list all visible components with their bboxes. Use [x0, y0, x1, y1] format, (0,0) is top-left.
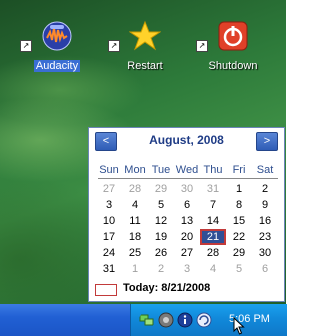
calendar-day-other-month[interactable]: 29	[148, 181, 174, 197]
calendar-day[interactable]: 28	[200, 245, 226, 261]
calendar-day[interactable]: 11	[122, 213, 148, 229]
calendar-day[interactable]: 22	[226, 229, 252, 245]
calendar-day-other-month[interactable]: 4	[200, 261, 226, 277]
info-icon[interactable]	[177, 312, 193, 328]
calendar-day[interactable]: 18	[122, 229, 148, 245]
calendar-day[interactable]: 29	[226, 245, 252, 261]
calendar-day-other-month[interactable]: 6	[252, 261, 278, 277]
calendar-day[interactable]: 30	[252, 245, 278, 261]
calendar-day-other-month[interactable]: 27	[96, 181, 122, 197]
calendar-day[interactable]: 6	[174, 197, 200, 213]
calendar-day[interactable]: 16	[252, 213, 278, 229]
next-month-button[interactable]: >	[256, 132, 278, 151]
restart-star-icon	[129, 20, 161, 51]
shortcut-arrow-icon: ↗	[108, 40, 120, 52]
audacity-icon	[42, 21, 72, 51]
calendar-day[interactable]: 20	[174, 229, 200, 245]
calendar-day[interactable]: 27	[174, 245, 200, 261]
weekday-header: Wed	[175, 164, 199, 176]
prev-month-button[interactable]: <	[95, 132, 117, 151]
calendar-day[interactable]: 10	[96, 213, 122, 229]
weekday-header: Mon	[124, 164, 146, 176]
today-link[interactable]: Today: 8/21/2008	[95, 282, 280, 296]
calendar-day[interactable]: 17	[96, 229, 122, 245]
calendar-day[interactable]: 15	[226, 213, 252, 229]
shortcut-label: Restart	[127, 60, 163, 72]
calendar-day[interactable]: 25	[122, 245, 148, 261]
calendar-day[interactable]: 26	[148, 245, 174, 261]
shortcut-label: Audacity	[33, 60, 81, 72]
volume-icon[interactable]	[158, 312, 174, 328]
calendar-day-other-month[interactable]: 3	[174, 261, 200, 277]
calendar-day[interactable]: 8	[226, 197, 252, 213]
calendar-day-other-month[interactable]: 2	[148, 261, 174, 277]
calendar-day[interactable]: 24	[96, 245, 122, 261]
calendar-day[interactable]: 14	[200, 213, 226, 229]
calendar-header: < August, 2008 >	[89, 128, 284, 154]
today-label: Today: 8/21/2008	[123, 282, 211, 294]
system-tray: 5:06 PM	[130, 304, 287, 336]
weekday-header: Tue	[151, 164, 171, 176]
calendar-day-other-month[interactable]: 5	[226, 261, 252, 277]
weekday-header: Sat	[256, 164, 274, 176]
calendar-day[interactable]: 5	[148, 197, 174, 213]
network-icon[interactable]	[139, 312, 155, 328]
calendar-day-other-month[interactable]: 31	[200, 181, 226, 197]
weekday-header: Thu	[203, 164, 223, 176]
today-marker	[95, 284, 117, 296]
calendar-day[interactable]: 9	[252, 197, 278, 213]
calendar-month-title: August, 2008	[149, 133, 224, 147]
calendar-day[interactable]: 2	[252, 181, 278, 197]
calendar-day[interactable]: 1	[226, 181, 252, 197]
calendar-day[interactable]: 3	[96, 197, 122, 213]
calendar-day[interactable]: 4	[122, 197, 148, 213]
calendar-day[interactable]: 12	[148, 213, 174, 229]
weekday-header: Fri	[232, 164, 246, 176]
calendar-day[interactable]: 13	[174, 213, 200, 229]
calendar-day-other-month[interactable]: 30	[174, 181, 200, 197]
calendar-day[interactable]: 21	[200, 229, 226, 245]
calendar-day[interactable]: 19	[148, 229, 174, 245]
mouse-cursor-icon	[233, 317, 245, 335]
calendar-day[interactable]: 23	[252, 229, 278, 245]
shortcut-arrow-icon: ↗	[20, 40, 32, 52]
calendar-day[interactable]: 7	[200, 197, 226, 213]
shortcut-label: Shutdown	[208, 60, 258, 72]
calendar-popup: < August, 2008 > Sun Mon Tue Wed Thu Fri Sat 27…	[88, 127, 285, 302]
calendar-day[interactable]: 31	[96, 261, 122, 277]
calendar-day-other-month[interactable]: 28	[122, 181, 148, 197]
shutdown-power-icon	[218, 21, 248, 51]
desktop: ↗ Audacity ↗ Restart ↗ Shutdown < August…	[0, 0, 286, 304]
calendar-day-other-month[interactable]: 1	[122, 261, 148, 277]
taskbar: 5:06 PM	[0, 304, 287, 336]
update-icon[interactable]	[196, 312, 212, 328]
weekday-header: Sun	[99, 164, 119, 176]
weekday-divider	[98, 178, 278, 179]
shortcut-arrow-icon: ↗	[196, 40, 208, 52]
